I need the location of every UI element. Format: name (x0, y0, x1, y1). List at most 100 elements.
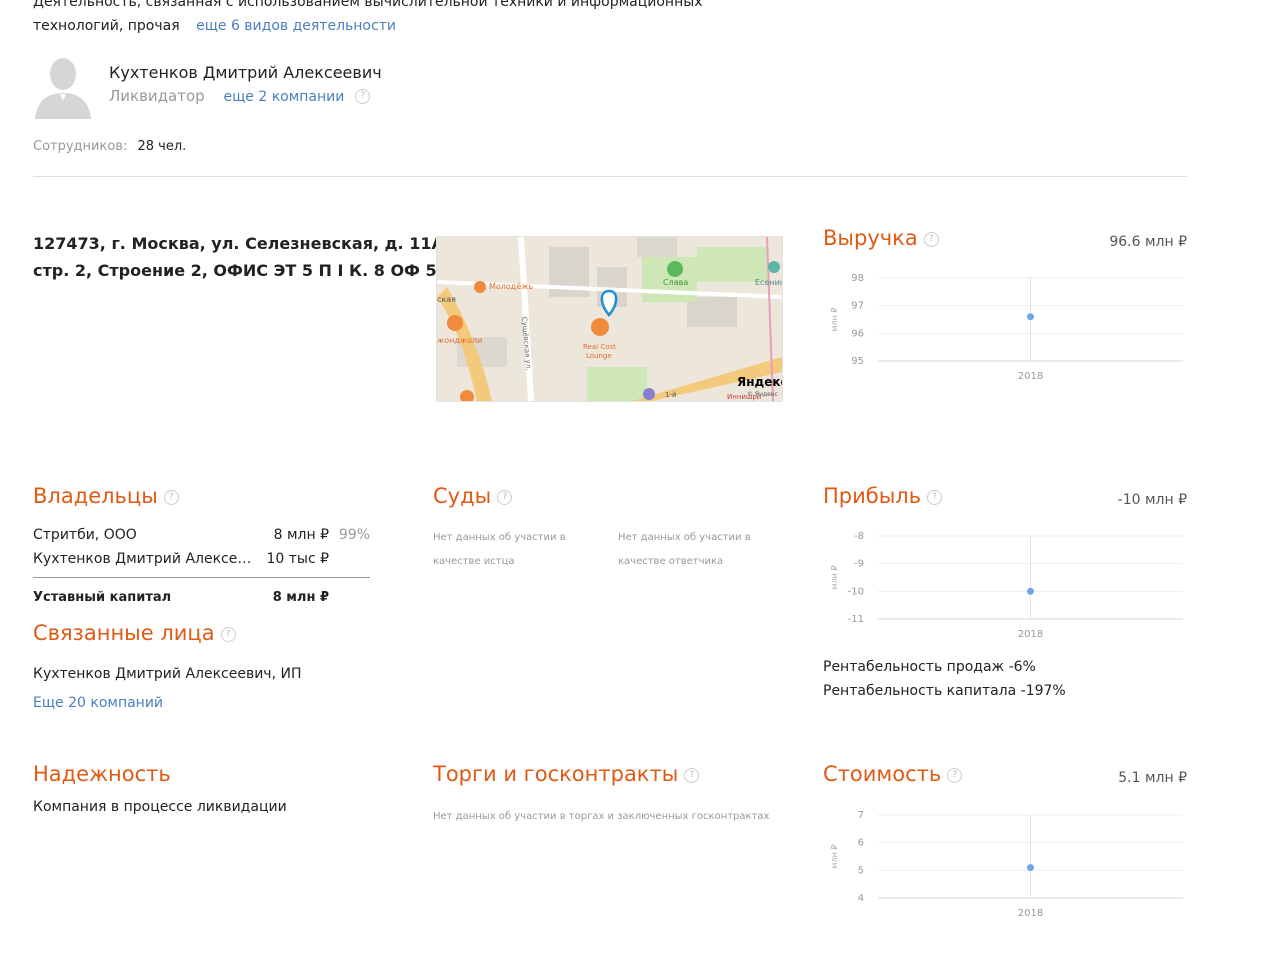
address: 127473, г. Москва, ул. Селезневская, д. … (33, 230, 459, 284)
cost-title[interactable]: Стоимость (823, 762, 941, 786)
tenders-text: Нет данных об участии в торгах и заключе… (433, 811, 770, 822)
capital-row: Уставный капитал 8 млн ₽ (33, 590, 370, 605)
staff-value: 28 чел. (137, 139, 187, 154)
x-tick-label: 2018 (1018, 371, 1043, 382)
owners-title[interactable]: Владельцы (33, 484, 158, 508)
revenue-title-block: Выручка? (823, 226, 939, 250)
help-icon[interactable]: ? (923, 231, 939, 247)
data-point (1027, 587, 1034, 595)
courts-title[interactable]: Суды (433, 484, 491, 508)
y-tick-label: 95 (851, 356, 864, 367)
reliability-title[interactable]: Надежность (33, 762, 171, 786)
x-tick-label: 2018 (1018, 908, 1043, 919)
profit-title-block: Прибыль? (823, 484, 943, 508)
map[interactable]: Молодёжь Слава Есенин-ц ская жонджоли Re… (436, 236, 783, 402)
table-row: Кухтенков Дмитрий Алексе… 10 тыс ₽ (33, 551, 370, 575)
y-tick-label: 97 (851, 301, 864, 312)
person-more-companies-link[interactable]: еще 2 компании (223, 89, 344, 105)
help-icon[interactable]: ? (355, 89, 371, 104)
owners-table: Стритби, ООО 8 млн ₽ 99% Кухтенков Дмитр… (33, 527, 370, 605)
owner-share: 99% (338, 527, 370, 543)
reliability-text: Компания в процессе ликвидации (33, 799, 287, 815)
y-tick-label: -9 (854, 559, 864, 570)
person-role: Ликвидатор (109, 87, 205, 105)
help-icon[interactable]: ? (684, 767, 700, 783)
y-tick-label: 5 (858, 865, 864, 876)
related-item[interactable]: Кухтенков Дмитрий Алексеевич, ИП (33, 666, 301, 682)
profit-chart: -8 -9 -10 -11 млн ₽ 2018 (830, 531, 1183, 640)
profit-value: -10 млн ₽ (1117, 492, 1187, 508)
person-silhouette-icon (35, 58, 91, 119)
help-icon[interactable]: ? (163, 489, 179, 505)
staff-label: Сотрудников: (33, 139, 128, 154)
map-label: Молодёжь (489, 282, 533, 291)
y-tick-label: 4 (858, 893, 864, 904)
cost-chart: 7 6 5 4 млн ₽ 2018 (830, 810, 1183, 919)
owner-amount: 10 тыс ₽ (266, 551, 329, 567)
y-axis-label: млн ₽ (830, 844, 839, 868)
owner-name[interactable]: Стритби, ООО (33, 527, 253, 551)
profit-ros: Рентабельность продаж -6% (823, 659, 1036, 675)
table-row: Стритби, ООО 8 млн ₽ 99% (33, 527, 370, 551)
courts-plaintiff-line2: качестве истца (433, 556, 515, 567)
more-activities-link[interactable]: еще 6 видов деятельности (196, 18, 396, 34)
map-label: ская (437, 295, 456, 304)
courts-defendant-line1: Нет данных об участии в (618, 532, 751, 543)
tenders-title[interactable]: Торги и госконтракты (433, 762, 678, 786)
avatar (33, 57, 93, 119)
cost-value: 5.1 млн ₽ (1118, 770, 1187, 786)
y-axis-label: млн ₽ (830, 307, 839, 331)
divider (33, 577, 370, 578)
help-icon[interactable]: ? (927, 489, 943, 505)
address-line1: 127473, г. Москва, ул. Селезневская, д. … (33, 234, 450, 253)
help-icon[interactable]: ? (947, 767, 963, 783)
capital-label: Уставный капитал (33, 590, 172, 605)
staff-count: Сотрудников: 28 чел. (33, 139, 186, 154)
related-title[interactable]: Связанные лица (33, 621, 215, 645)
person-name[interactable]: Кухтенков Дмитрий Алексеевич (109, 63, 382, 82)
revenue-value: 96.6 млн ₽ (1109, 234, 1187, 250)
map-label: 1-й (665, 391, 677, 399)
map-label: жонджоли (437, 336, 482, 345)
y-tick-label: 98 (851, 273, 864, 284)
courts-defendant-line2: качестве ответчика (618, 556, 724, 567)
courts-defendant: Нет данных об участии в качестве ответчи… (618, 526, 751, 574)
data-point (1027, 313, 1034, 321)
y-tick-label: -11 (848, 614, 864, 625)
address-line2: стр. 2, Строение 2, ОФИС ЭТ 5 П I К. 8 О… (33, 261, 459, 280)
activity-line2: технологий, прочая (33, 18, 180, 34)
activity-line1: Деятельность, связанная с использованием… (33, 0, 703, 10)
tenders-title-block: Торги и госконтракты? (433, 762, 700, 786)
related-more-link[interactable]: Еще 20 компаний (33, 695, 163, 711)
courts-title-block: Суды? (433, 484, 513, 508)
map-label: Real Cost (583, 343, 616, 351)
help-icon[interactable]: ? (497, 489, 513, 505)
revenue-chart: 98 97 96 95 млн ₽ 2018 (830, 273, 1183, 382)
help-icon[interactable]: ? (220, 626, 236, 642)
y-tick-label: 6 (858, 838, 864, 849)
y-tick-label: 7 (858, 810, 864, 821)
cost-title-block: Стоимость? (823, 762, 963, 786)
owner-share (329, 551, 370, 575)
courts-plaintiff-line1: Нет данных об участии в (433, 532, 566, 543)
y-tick-label: 96 (851, 328, 864, 339)
map-label: Lounge (586, 352, 612, 360)
x-tick-label: 2018 (1018, 629, 1043, 640)
person-role-block: Ликвидатор еще 2 компании ? (109, 87, 371, 105)
y-tick-label: -10 (848, 586, 864, 597)
capital-value: 8 млн ₽ (272, 590, 329, 605)
revenue-title[interactable]: Выручка (823, 226, 918, 250)
map-label: Слава (663, 278, 688, 287)
y-axis-label: млн ₽ (830, 565, 839, 589)
map-label: Иннишри (727, 393, 761, 401)
owner-amount: 8 млн ₽ (273, 527, 329, 543)
activity-line2-block: технологий, прочая еще 6 видов деятельно… (33, 18, 396, 34)
profit-roe: Рентабельность капитала -197% (823, 683, 1066, 699)
divider (33, 176, 1187, 177)
related-title-block: Связанные лица? (33, 621, 236, 645)
courts-plaintiff: Нет данных об участии в качестве истца (433, 526, 566, 574)
y-tick-label: -8 (854, 531, 864, 542)
owners-title-block: Владельцы? (33, 484, 179, 508)
owner-name[interactable]: Кухтенков Дмитрий Алексе… (33, 551, 253, 575)
profit-title[interactable]: Прибыль (823, 484, 921, 508)
